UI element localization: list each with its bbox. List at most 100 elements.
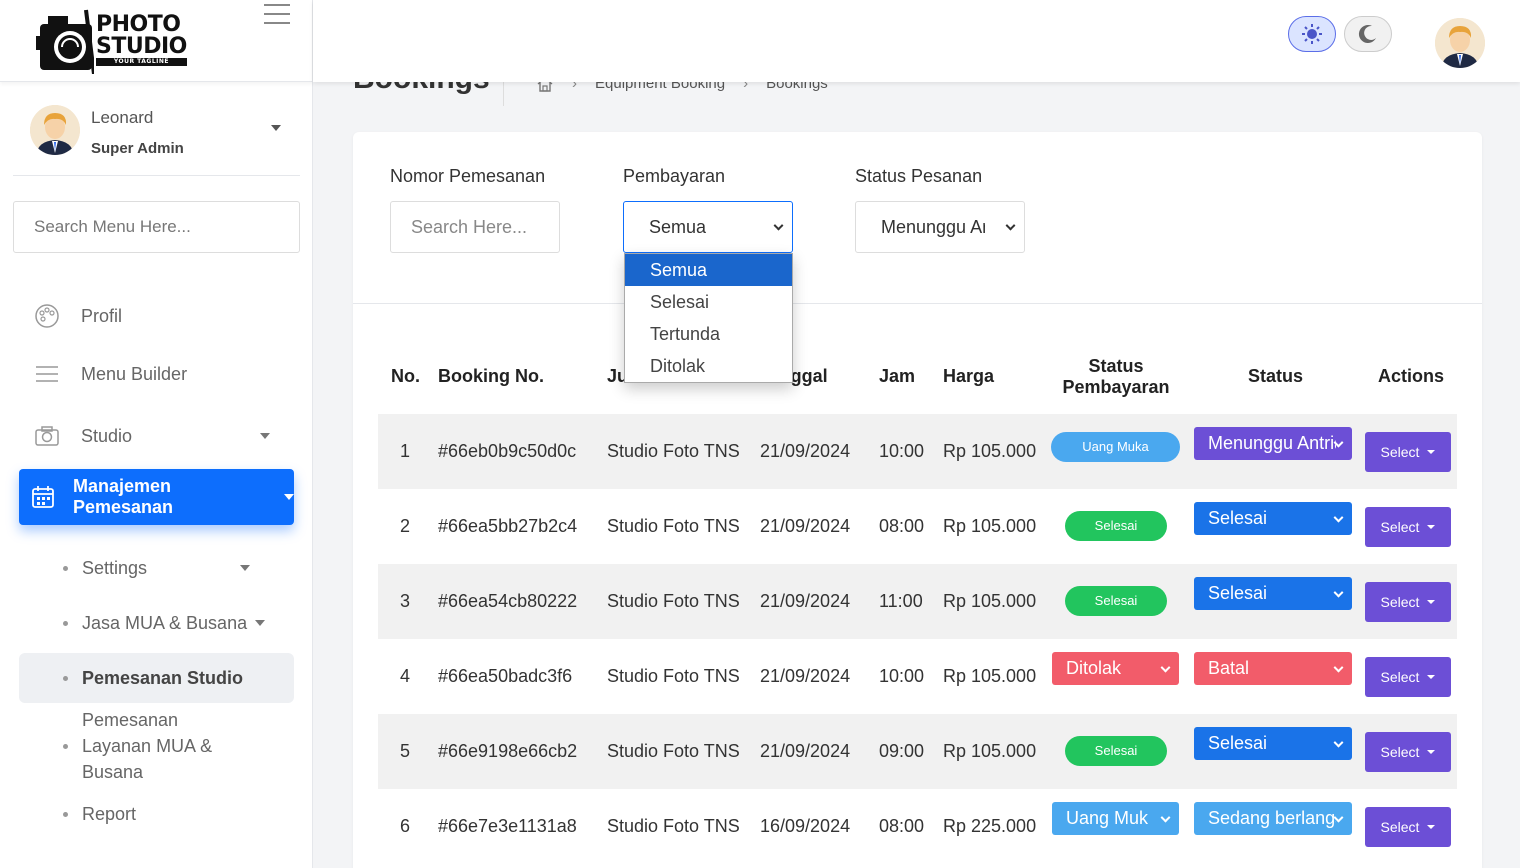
- logo-tagline: YOUR TAGLINE: [96, 58, 187, 66]
- card-divider: [353, 303, 1482, 304]
- moon-icon: [1358, 25, 1376, 44]
- calendar-icon: [32, 486, 54, 508]
- palette-icon: [35, 304, 59, 328]
- cell-booking: #66eb0b9c50d0c: [438, 441, 577, 461]
- sidebar-item-menu-builder[interactable]: Menu Builder: [19, 350, 294, 398]
- sidebar-item-label: Menu Builder: [81, 363, 188, 384]
- cell-no: 5: [400, 741, 411, 761]
- payment-select[interactable]: Uang Muka: [1052, 802, 1179, 835]
- status-select-value: Menunggu Antrian: [881, 216, 985, 237]
- status-select-value: Batal: [1208, 658, 1250, 678]
- list-icon: [36, 366, 58, 382]
- sun-icon: [1302, 24, 1322, 44]
- dark-mode-button[interactable]: [1344, 16, 1392, 52]
- status-select[interactable]: Menunggu Antrian: [1194, 427, 1352, 460]
- sidebar-item-label: Pemesanan Layanan MUA & Busana: [82, 710, 213, 782]
- table-row: 1 #66eb0b9c50d0c Studio Foto TNS 21/09/2…: [378, 414, 1457, 489]
- caret-down-icon: [1427, 825, 1436, 829]
- sidebar: PHOTO STUDIO YOUR TAGLINE Leonard Super …: [0, 0, 313, 868]
- chevron-down-icon[interactable]: [271, 125, 281, 131]
- dropdown-option[interactable]: Ditolak: [625, 350, 792, 382]
- avatar: [30, 105, 80, 155]
- payment-badge: Uang Muka: [1051, 432, 1180, 462]
- sidebar-item-label: Manajemen Pemesanan: [72, 476, 174, 517]
- nomor-search-input[interactable]: [390, 201, 560, 253]
- sidebar-subitem-report[interactable]: Report: [19, 799, 294, 829]
- table-row: 5 #66e9198e66cb2 Studio Foto TNS 21/09/2…: [378, 714, 1457, 789]
- cell-booking: #66e7e3e1131a8: [438, 816, 577, 836]
- cell-tanggal: 21/09/2024: [760, 441, 851, 461]
- cell-jam: 09:00: [879, 741, 925, 761]
- status-select[interactable]: Sedang berlangsung: [1194, 802, 1352, 835]
- filter-label-status: Status Pesanan: [855, 166, 983, 186]
- th-no: No.: [391, 366, 420, 386]
- filter-label-nomor: Nomor Pemesanan: [390, 166, 546, 186]
- cell-no: 2: [400, 516, 411, 536]
- cell-booking: #66ea50badc3f6: [438, 666, 573, 686]
- sidebar-item-studio[interactable]: Studio: [19, 412, 294, 460]
- cell-judul: Studio Foto TNS: [607, 741, 740, 761]
- status-select[interactable]: Selesai: [1194, 577, 1352, 610]
- payment-select-value: Ditolak: [1066, 658, 1122, 678]
- bullet-icon: [63, 811, 68, 817]
- cell-booking: #66ea5bb27b2c4: [438, 516, 578, 536]
- user-profile-box[interactable]: Leonard Super Admin: [13, 82, 300, 176]
- sidebar-subitem-settings[interactable]: Settings: [19, 553, 294, 583]
- status-pesanan-select[interactable]: Menunggu Antrian: [855, 201, 1025, 253]
- action-select-button[interactable]: Select: [1365, 657, 1451, 697]
- table-row: 6 #66e7e3e1131a8 Studio Foto TNS 16/09/2…: [378, 789, 1457, 864]
- camera-icon: [35, 426, 59, 446]
- th-actions: Actions: [1378, 366, 1445, 386]
- table-row: 4 #66ea50badc3f6 Studio Foto TNS 21/09/2…: [378, 639, 1457, 714]
- chevron-down-icon: [773, 220, 784, 231]
- cell-judul: Studio Foto TNS: [607, 441, 740, 461]
- dropdown-option[interactable]: Semua: [625, 254, 792, 286]
- action-label: Select: [1380, 444, 1420, 460]
- status-select[interactable]: Batal: [1194, 652, 1352, 685]
- action-select-button[interactable]: Select: [1365, 432, 1451, 472]
- action-label: Select: [1380, 519, 1420, 535]
- header-avatar[interactable]: [1435, 18, 1485, 68]
- light-mode-button[interactable]: [1288, 16, 1336, 52]
- logo[interactable]: PHOTO STUDIO YOUR TAGLINE: [36, 6, 187, 74]
- cell-jam: 08:00: [879, 816, 925, 836]
- menu-search-input[interactable]: [13, 201, 300, 253]
- filter-label-pembayaran: Pembayaran: [623, 166, 726, 186]
- chevron-down-icon: [260, 433, 270, 439]
- cell-judul: Studio Foto TNS: [607, 816, 740, 836]
- dropdown-option[interactable]: Tertunda: [625, 318, 792, 350]
- sidebar-subitem-pemesanan-studio[interactable]: Pemesanan Studio: [19, 653, 294, 703]
- cell-harga: Rp 225.000: [943, 816, 1037, 836]
- sidebar-item-profil[interactable]: Profil: [19, 292, 294, 340]
- chevron-down-icon: [284, 494, 294, 500]
- cell-harga: Rp 105.000: [943, 516, 1037, 536]
- chevron-down-icon: [255, 620, 266, 626]
- table-row: 2 #66ea5bb27b2c4 Studio Foto TNS 21/09/2…: [378, 489, 1457, 564]
- action-select-button[interactable]: Select: [1365, 732, 1451, 772]
- cell-harga: Rp 105.000: [943, 741, 1037, 761]
- sidebar-subitem-pemesanan-layanan[interactable]: Pemesanan Layanan MUA & Busana: [19, 710, 294, 782]
- pembayaran-select-value: Semua: [649, 216, 707, 237]
- caret-down-icon: [1427, 675, 1436, 679]
- top-header: [313, 0, 1520, 82]
- action-select-button[interactable]: Select: [1365, 807, 1451, 847]
- action-select-button[interactable]: Select: [1365, 582, 1451, 622]
- cell-tanggal: 21/09/2024: [760, 741, 851, 761]
- pembayaran-select[interactable]: Semua: [623, 201, 793, 253]
- action-label: Select: [1380, 819, 1420, 835]
- status-select-value: Selesai: [1208, 733, 1268, 753]
- action-select-button[interactable]: Select: [1365, 507, 1451, 547]
- pembayaran-dropdown-list: Semua Selesai Tertunda Ditolak: [624, 253, 793, 383]
- user-name: Leonard: [91, 108, 154, 127]
- sidebar-item-label: Studio: [81, 425, 133, 446]
- hamburger-menu-icon[interactable]: [264, 4, 290, 26]
- sidebar-item-manajemen-pemesanan[interactable]: Manajemen Pemesanan: [19, 469, 294, 525]
- payment-badge: Selesai: [1065, 586, 1167, 616]
- status-select[interactable]: Selesai: [1194, 502, 1352, 535]
- status-select[interactable]: Selesai: [1194, 727, 1352, 760]
- sidebar-subitem-jasa[interactable]: Jasa MUA & Busana: [19, 608, 294, 638]
- payment-select[interactable]: Ditolak: [1052, 652, 1179, 685]
- dropdown-option[interactable]: Selesai: [625, 286, 792, 318]
- action-label: Select: [1380, 669, 1420, 685]
- status-select-value: Selesai: [1208, 508, 1268, 528]
